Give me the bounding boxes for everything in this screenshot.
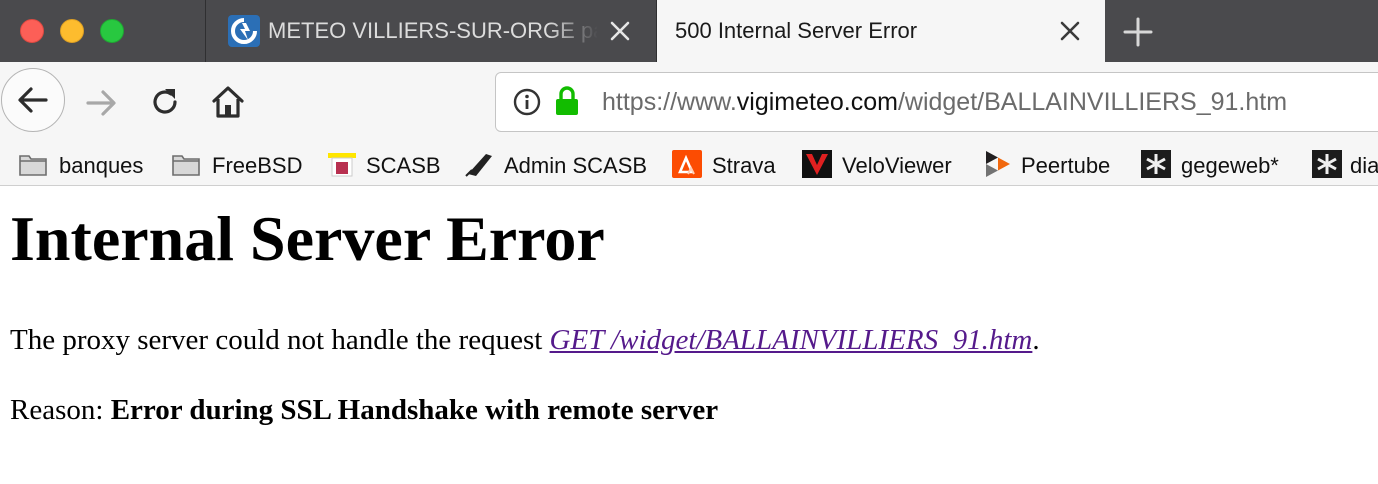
veloviewer-icon — [802, 150, 832, 178]
bookmark-label: banques — [59, 153, 144, 178]
reason-label: Reason: — [10, 394, 111, 426]
forward-arrow-icon[interactable] — [84, 86, 118, 120]
reason-paragraph: Reason: Error during SSL Handshake with … — [10, 394, 718, 427]
window-minimize-button[interactable] — [60, 19, 84, 43]
folder-icon — [172, 155, 200, 176]
home-icon[interactable] — [211, 84, 245, 120]
navigation-toolbar: https://www.vigimeteo.com/widget/BALLAIN… — [0, 62, 1378, 142]
lock-icon[interactable] — [554, 85, 580, 117]
bookmark-label: Strava — [712, 153, 776, 178]
url-protocol: https://www. — [602, 88, 737, 116]
page-heading: Internal Server Error — [10, 203, 605, 274]
bookmark-label: gegeweb* — [1181, 153, 1279, 178]
close-tab-icon[interactable] — [1058, 19, 1082, 43]
gegeweb-icon — [1141, 150, 1171, 178]
tab-strip: METEO VILLIERS-SUR-ORGE pa 500 Internal … — [0, 0, 1378, 62]
folder-icon — [19, 155, 47, 176]
window-close-button[interactable] — [20, 19, 44, 43]
tab-error[interactable]: 500 Internal Server Error — [657, 0, 1105, 62]
request-suffix: . — [1032, 324, 1040, 356]
back-arrow-icon — [18, 87, 48, 113]
admin-scasb-icon — [465, 154, 492, 177]
bookmark-label: VeloViewer — [842, 153, 952, 178]
tab-title: METEO VILLIERS-SUR-ORGE pa — [268, 18, 598, 43]
close-tab-icon[interactable] — [608, 19, 632, 43]
request-link[interactable]: GET /widget/BALLAINVILLIERS_91.htm — [550, 324, 1033, 356]
url-path: /widget/BALLAINVILLIERS_91.htm — [897, 88, 1288, 116]
bookmark-label: Peertube — [1021, 153, 1111, 178]
peertube-icon — [986, 151, 1010, 177]
meteo-favicon-icon — [228, 15, 260, 47]
strava-icon — [672, 150, 702, 178]
bookmarks-toolbar: banques FreeBSD SCASB Admin SCASB Strava — [0, 142, 1378, 186]
reload-icon[interactable] — [148, 85, 182, 119]
new-tab-icon[interactable] — [1122, 16, 1154, 48]
bookmark-label: Admin SCASB — [504, 153, 648, 178]
url-bar[interactable]: https://www.vigimeteo.com/widget/BALLAIN… — [495, 72, 1378, 132]
gegeweb-icon — [1312, 150, 1342, 178]
url-text[interactable]: https://www.vigimeteo.com/widget/BALLAIN… — [602, 88, 1287, 117]
info-icon[interactable] — [513, 88, 541, 116]
back-button[interactable] — [1, 68, 65, 132]
tab-meteo[interactable]: METEO VILLIERS-SUR-ORGE pa — [205, 0, 657, 62]
bookmark-label: SCASB — [366, 153, 441, 178]
reason-text: Error during SSL Handshake with remote s… — [110, 394, 719, 426]
request-paragraph: The proxy server could not handle the re… — [10, 324, 1040, 357]
window-maximize-button[interactable] — [100, 19, 124, 43]
bookmark-label: FreeBSD — [212, 153, 303, 178]
bookmark-label: dia — [1350, 153, 1378, 178]
scasb-icon — [328, 153, 356, 177]
tab-title: 500 Internal Server Error — [675, 18, 918, 43]
request-prefix: The proxy server could not handle the re… — [10, 324, 550, 356]
url-host: vigimeteo.com — [736, 88, 898, 116]
